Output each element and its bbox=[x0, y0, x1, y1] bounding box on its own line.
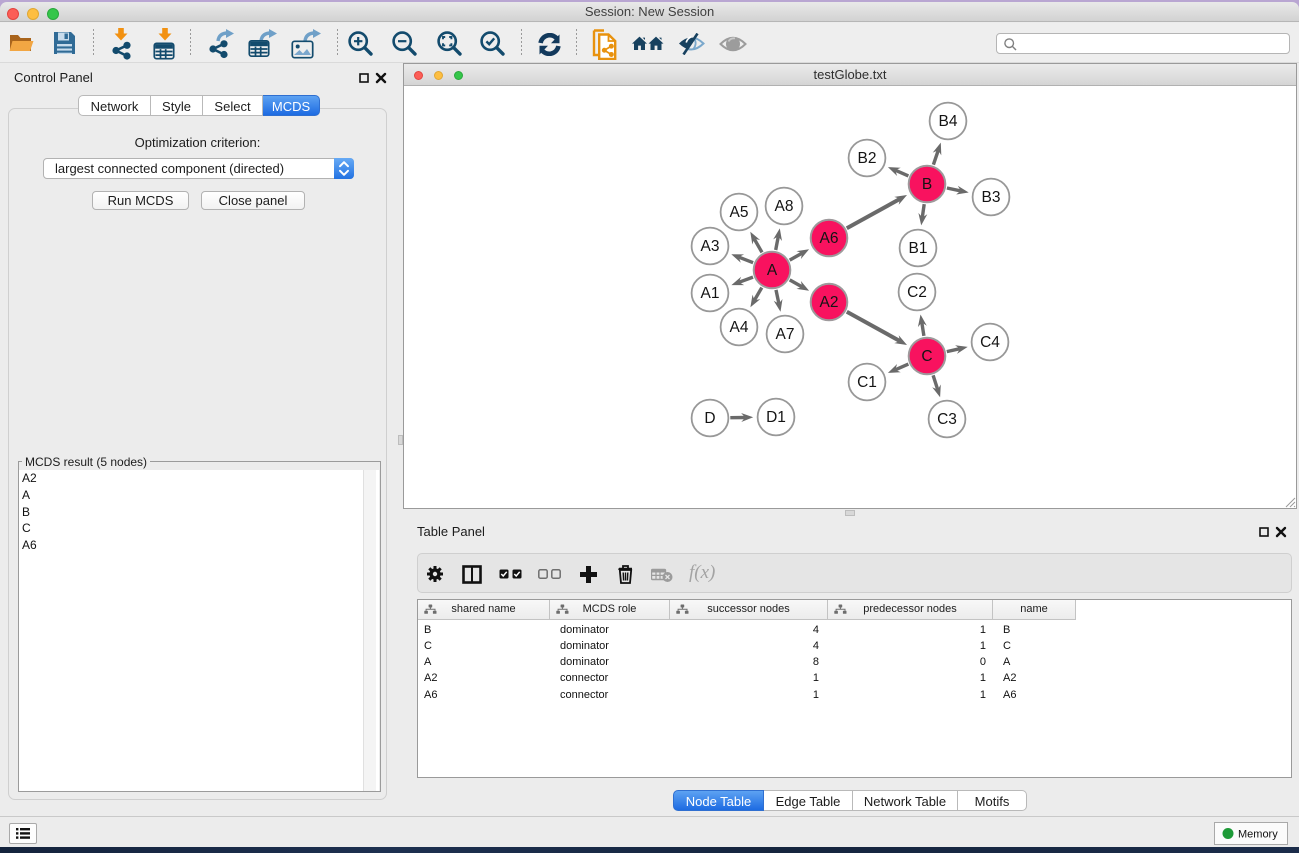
svg-text:B3: B3 bbox=[982, 189, 1001, 206]
svg-text:A4: A4 bbox=[730, 319, 749, 336]
svg-text:D1: D1 bbox=[766, 409, 786, 426]
svg-text:D: D bbox=[704, 410, 715, 427]
svg-text:C4: C4 bbox=[980, 334, 1000, 351]
svg-text:C3: C3 bbox=[937, 411, 957, 428]
svg-text:A3: A3 bbox=[701, 238, 720, 255]
svg-text:A6: A6 bbox=[820, 230, 839, 247]
svg-text:Memory: Memory bbox=[1238, 829, 1278, 841]
svg-text:A8: A8 bbox=[775, 198, 794, 215]
svg-text:A5: A5 bbox=[730, 204, 749, 221]
svg-text:B4: B4 bbox=[939, 113, 958, 130]
svg-text:B2: B2 bbox=[858, 150, 877, 167]
svg-text:C: C bbox=[921, 348, 932, 365]
svg-text:C2: C2 bbox=[907, 284, 927, 301]
svg-text:A2: A2 bbox=[820, 294, 839, 311]
svg-text:C1: C1 bbox=[857, 374, 877, 391]
svg-text:B: B bbox=[922, 176, 932, 193]
svg-text:A1: A1 bbox=[701, 285, 720, 302]
svg-text:B1: B1 bbox=[909, 240, 928, 257]
svg-text:A: A bbox=[767, 262, 778, 279]
svg-text:A7: A7 bbox=[776, 326, 795, 343]
